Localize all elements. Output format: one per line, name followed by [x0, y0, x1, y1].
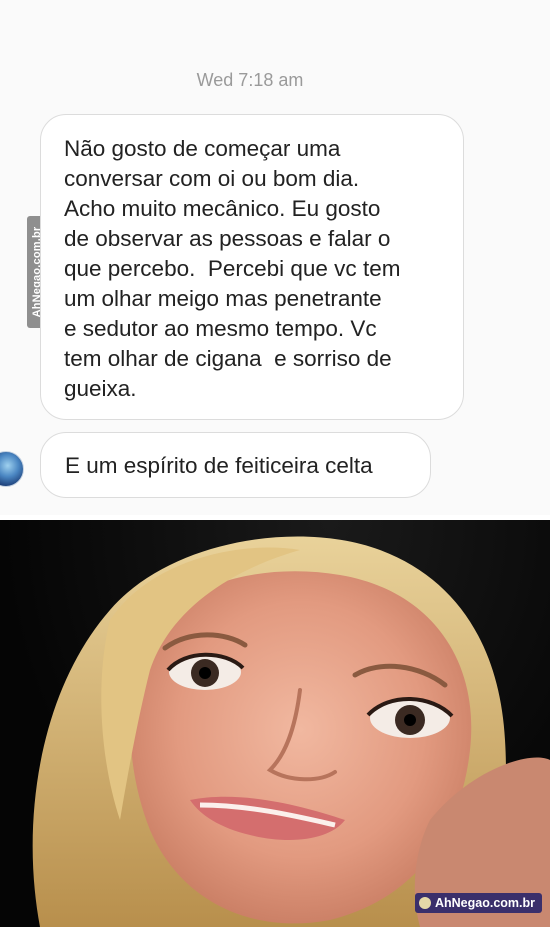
- site-watermark-text: AhNegao.com.br: [434, 896, 535, 910]
- chat-thread: Wed 7:18 am AhNegao.com.br Não gosto de …: [0, 0, 550, 515]
- message-line: conversar com oi ou bom dia.: [64, 166, 360, 191]
- message-line: Não gosto de começar uma: [64, 136, 341, 161]
- reaction-photo: AhNegao.com.br: [0, 520, 550, 927]
- message-line: tem olhar de cigana e sorriso de: [64, 346, 392, 371]
- message-line: Acho muito mecânico. Eu gosto: [64, 196, 381, 221]
- message-text: E um espírito de feiticeira celta: [65, 453, 373, 478]
- sender-avatar[interactable]: [0, 451, 24, 487]
- message-timestamp: Wed 7:18 am: [196, 70, 304, 90]
- message-line: de observar as pessoas e falar o: [64, 226, 391, 251]
- message-bubble[interactable]: Não gosto de começar uma conversar com o…: [40, 114, 464, 420]
- message-bubble[interactable]: E um espírito de feiticeira celta: [40, 432, 431, 498]
- site-watermark: AhNegao.com.br: [414, 893, 542, 913]
- message-line: um olhar meigo mas penetrante: [64, 286, 382, 311]
- message-line: gueixa.: [64, 376, 137, 401]
- logo-icon: [418, 897, 431, 909]
- message-line: que percebo. Percebi que vc tem: [64, 256, 401, 281]
- woman-face-illustration: [32, 536, 550, 927]
- message-line: e sedutor ao mesmo tempo. Vc: [64, 316, 377, 341]
